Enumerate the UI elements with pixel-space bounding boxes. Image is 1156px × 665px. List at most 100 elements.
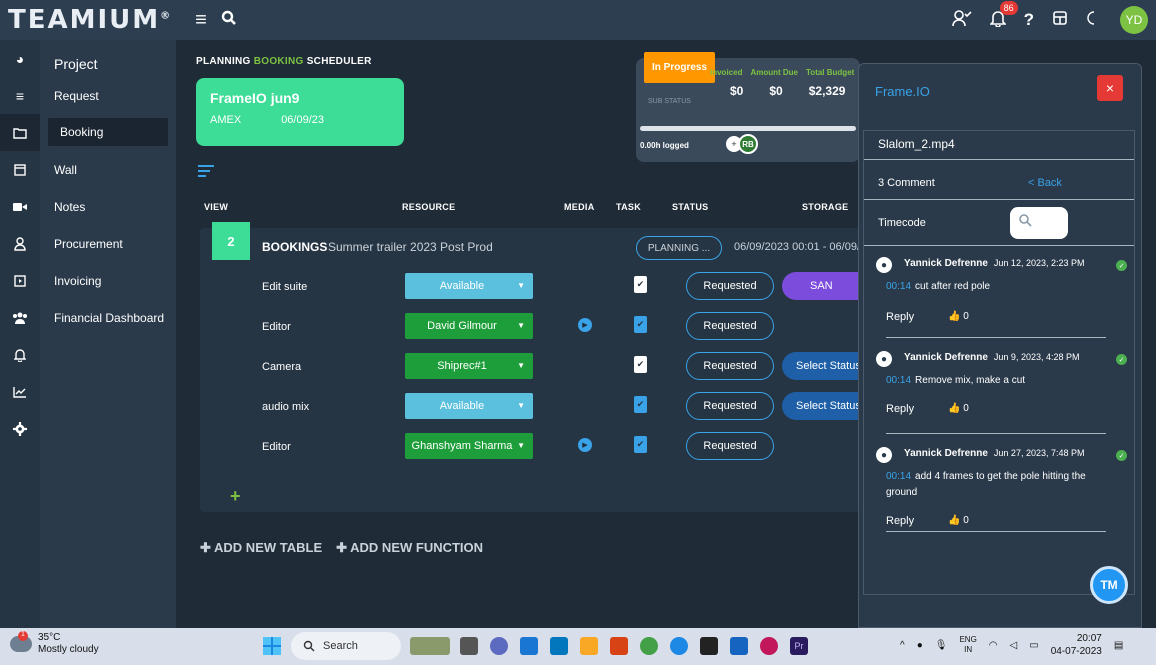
status-button[interactable]: Requested [686, 392, 774, 420]
taskbar-app-icon[interactable] [760, 637, 778, 655]
sidebar-item-booking[interactable]: Booking [48, 118, 168, 146]
project-card[interactable]: FrameIO jun9 AMEX 06/09/23 [196, 78, 404, 146]
taskbar-file-explorer-icon[interactable] [580, 637, 598, 655]
battery-icon[interactable]: ▭ [1029, 640, 1038, 651]
user-icon[interactable] [0, 225, 40, 262]
search-icon[interactable] [218, 9, 240, 32]
volume-icon[interactable]: ◁ [1010, 640, 1018, 651]
timecode-search-input[interactable] [1010, 207, 1068, 239]
sidebar-item-request[interactable]: Request [40, 77, 176, 114]
video-camera-icon[interactable] [0, 188, 40, 225]
taskbar-skype-icon[interactable] [670, 637, 688, 655]
calendar-icon[interactable] [0, 151, 40, 188]
user-avatar[interactable]: YD [1120, 6, 1148, 34]
taskbar-task-view-icon[interactable] [460, 637, 478, 655]
task-document-icon[interactable]: ✔ [634, 316, 647, 333]
analytics-chart-icon[interactable] [0, 373, 40, 410]
sidebar-item-wall[interactable]: Wall [40, 151, 176, 188]
status-button[interactable]: Requested [686, 312, 774, 340]
comment-timecode[interactable]: 00:14 [886, 471, 911, 482]
play-media-icon[interactable]: ▶ [578, 318, 592, 332]
assignee-avatar[interactable]: RB [738, 134, 758, 154]
wifi-icon[interactable]: ◠ [989, 640, 998, 651]
settings-gear-icon[interactable] [0, 410, 40, 447]
resource-select[interactable]: Ghanshyam Sharma ▼ [405, 433, 533, 459]
notification-center-icon[interactable]: ▤ [1114, 640, 1123, 651]
weather-widget[interactable]: 1 35°C Mostly cloudy [10, 631, 99, 656]
dashboard-gauge-icon[interactable]: ◕ [0, 40, 40, 77]
microphone-icon[interactable]: 🎙 [935, 640, 948, 651]
app-logo[interactable]: TEAMIUM® [8, 5, 184, 35]
store-icon[interactable] [1052, 10, 1068, 31]
taskbar-office-icon[interactable] [610, 637, 628, 655]
comment-timecode[interactable]: 00:14 [886, 281, 911, 292]
task-document-icon[interactable]: ✔ [634, 356, 647, 373]
help-icon[interactable]: ? [1024, 10, 1034, 30]
add-row-button[interactable]: + [230, 486, 241, 507]
status-button[interactable]: Requested [686, 432, 774, 460]
resource-select[interactable]: David Gilmour ▼ [405, 313, 533, 339]
taskbar-vscode-icon[interactable] [730, 637, 748, 655]
status-badge[interactable]: In Progress [644, 52, 716, 83]
add-new-function-button[interactable]: ✚ ADD NEW FUNCTION [336, 540, 483, 556]
like-button[interactable]: 👍 0 [948, 403, 969, 414]
taskbar-notes-icon[interactable] [520, 637, 538, 655]
chevron-up-icon[interactable]: ^ [900, 640, 905, 651]
taskbar-search[interactable]: Search [291, 632, 401, 660]
resolved-check-icon[interactable]: ✓ [1116, 450, 1127, 461]
sidebar-item-financial-dashboard[interactable]: Financial Dashboard [40, 299, 176, 336]
storage-select[interactable]: Select Status [782, 392, 860, 420]
dark-mode-moon-icon[interactable] [1086, 10, 1102, 31]
task-document-icon[interactable]: ✔ [634, 276, 647, 293]
play-box-icon[interactable] [0, 262, 40, 299]
list-menu-icon[interactable] [198, 164, 214, 182]
tab-planning[interactable]: PLANNING [196, 56, 251, 67]
taskbar-premiere-icon[interactable]: Pr [790, 637, 808, 655]
language-indicator[interactable]: ENG IN [959, 635, 976, 655]
tray-app-icon[interactable]: ● [917, 640, 923, 651]
resolved-check-icon[interactable]: ✓ [1116, 354, 1127, 365]
tab-scheduler[interactable]: SCHEDULER [307, 56, 372, 67]
resource-select[interactable]: Available ▼ [405, 393, 533, 419]
team-users-icon[interactable] [0, 299, 40, 336]
alarm-bell-icon[interactable] [0, 336, 40, 373]
add-new-table-button[interactable]: ✚ ADD NEW TABLE [200, 540, 322, 556]
reply-link[interactable]: Reply [886, 403, 914, 415]
storage-button[interactable]: SAN [782, 272, 860, 300]
like-button[interactable]: 👍 0 [948, 311, 969, 322]
close-button[interactable]: × [1097, 75, 1123, 101]
like-button[interactable]: 👍 0 [948, 515, 969, 526]
chat-bubble-avatar[interactable]: TM [1090, 566, 1128, 604]
sidebar-item-procurement[interactable]: Procurement [40, 225, 176, 262]
taskbar-terminal-icon[interactable] [700, 637, 718, 655]
comment-timecode[interactable]: 00:14 [886, 375, 911, 386]
system-clock[interactable]: 20:07 04-07-2023 [1051, 632, 1102, 658]
back-link[interactable]: < Back [1028, 177, 1062, 189]
phase-dropdown[interactable]: PLANNING ... [636, 236, 722, 260]
taskbar-mail-icon[interactable] [550, 637, 568, 655]
resolved-check-icon[interactable]: ✓ [1116, 260, 1127, 271]
sidebar-item-invoicing[interactable]: Invoicing [40, 262, 176, 299]
sidebar-item-notes[interactable]: Notes [40, 188, 176, 225]
tab-booking[interactable]: BOOKING [254, 56, 304, 67]
user-check-icon[interactable] [951, 9, 972, 32]
notification-bell-icon[interactable]: 86 [988, 0, 1018, 32]
taskbar-meet-icon[interactable] [490, 637, 508, 655]
resource-select[interactable]: Available ▼ [405, 273, 533, 299]
hamburger-menu-icon[interactable]: ≡ [190, 9, 212, 32]
play-media-icon[interactable]: ▶ [578, 438, 592, 452]
storage-select[interactable]: Select Status [782, 352, 860, 380]
task-document-icon[interactable]: ✔ [634, 396, 647, 413]
sub-status-label[interactable]: SUB STATUS [648, 98, 691, 105]
taskbar-chrome-icon[interactable] [640, 637, 658, 655]
status-button[interactable]: Requested [686, 352, 774, 380]
resource-select[interactable]: Shiprec#1 ▼ [405, 353, 533, 379]
list-align-icon[interactable]: ≡ [0, 77, 40, 114]
reply-link[interactable]: Reply [886, 515, 914, 527]
folder-icon[interactable] [0, 114, 40, 151]
windows-start-icon[interactable] [263, 637, 281, 655]
task-document-icon[interactable]: ✔ [634, 436, 647, 453]
taskbar-news-icon[interactable] [410, 637, 450, 655]
status-button[interactable]: Requested [686, 272, 774, 300]
reply-link[interactable]: Reply [886, 311, 914, 323]
